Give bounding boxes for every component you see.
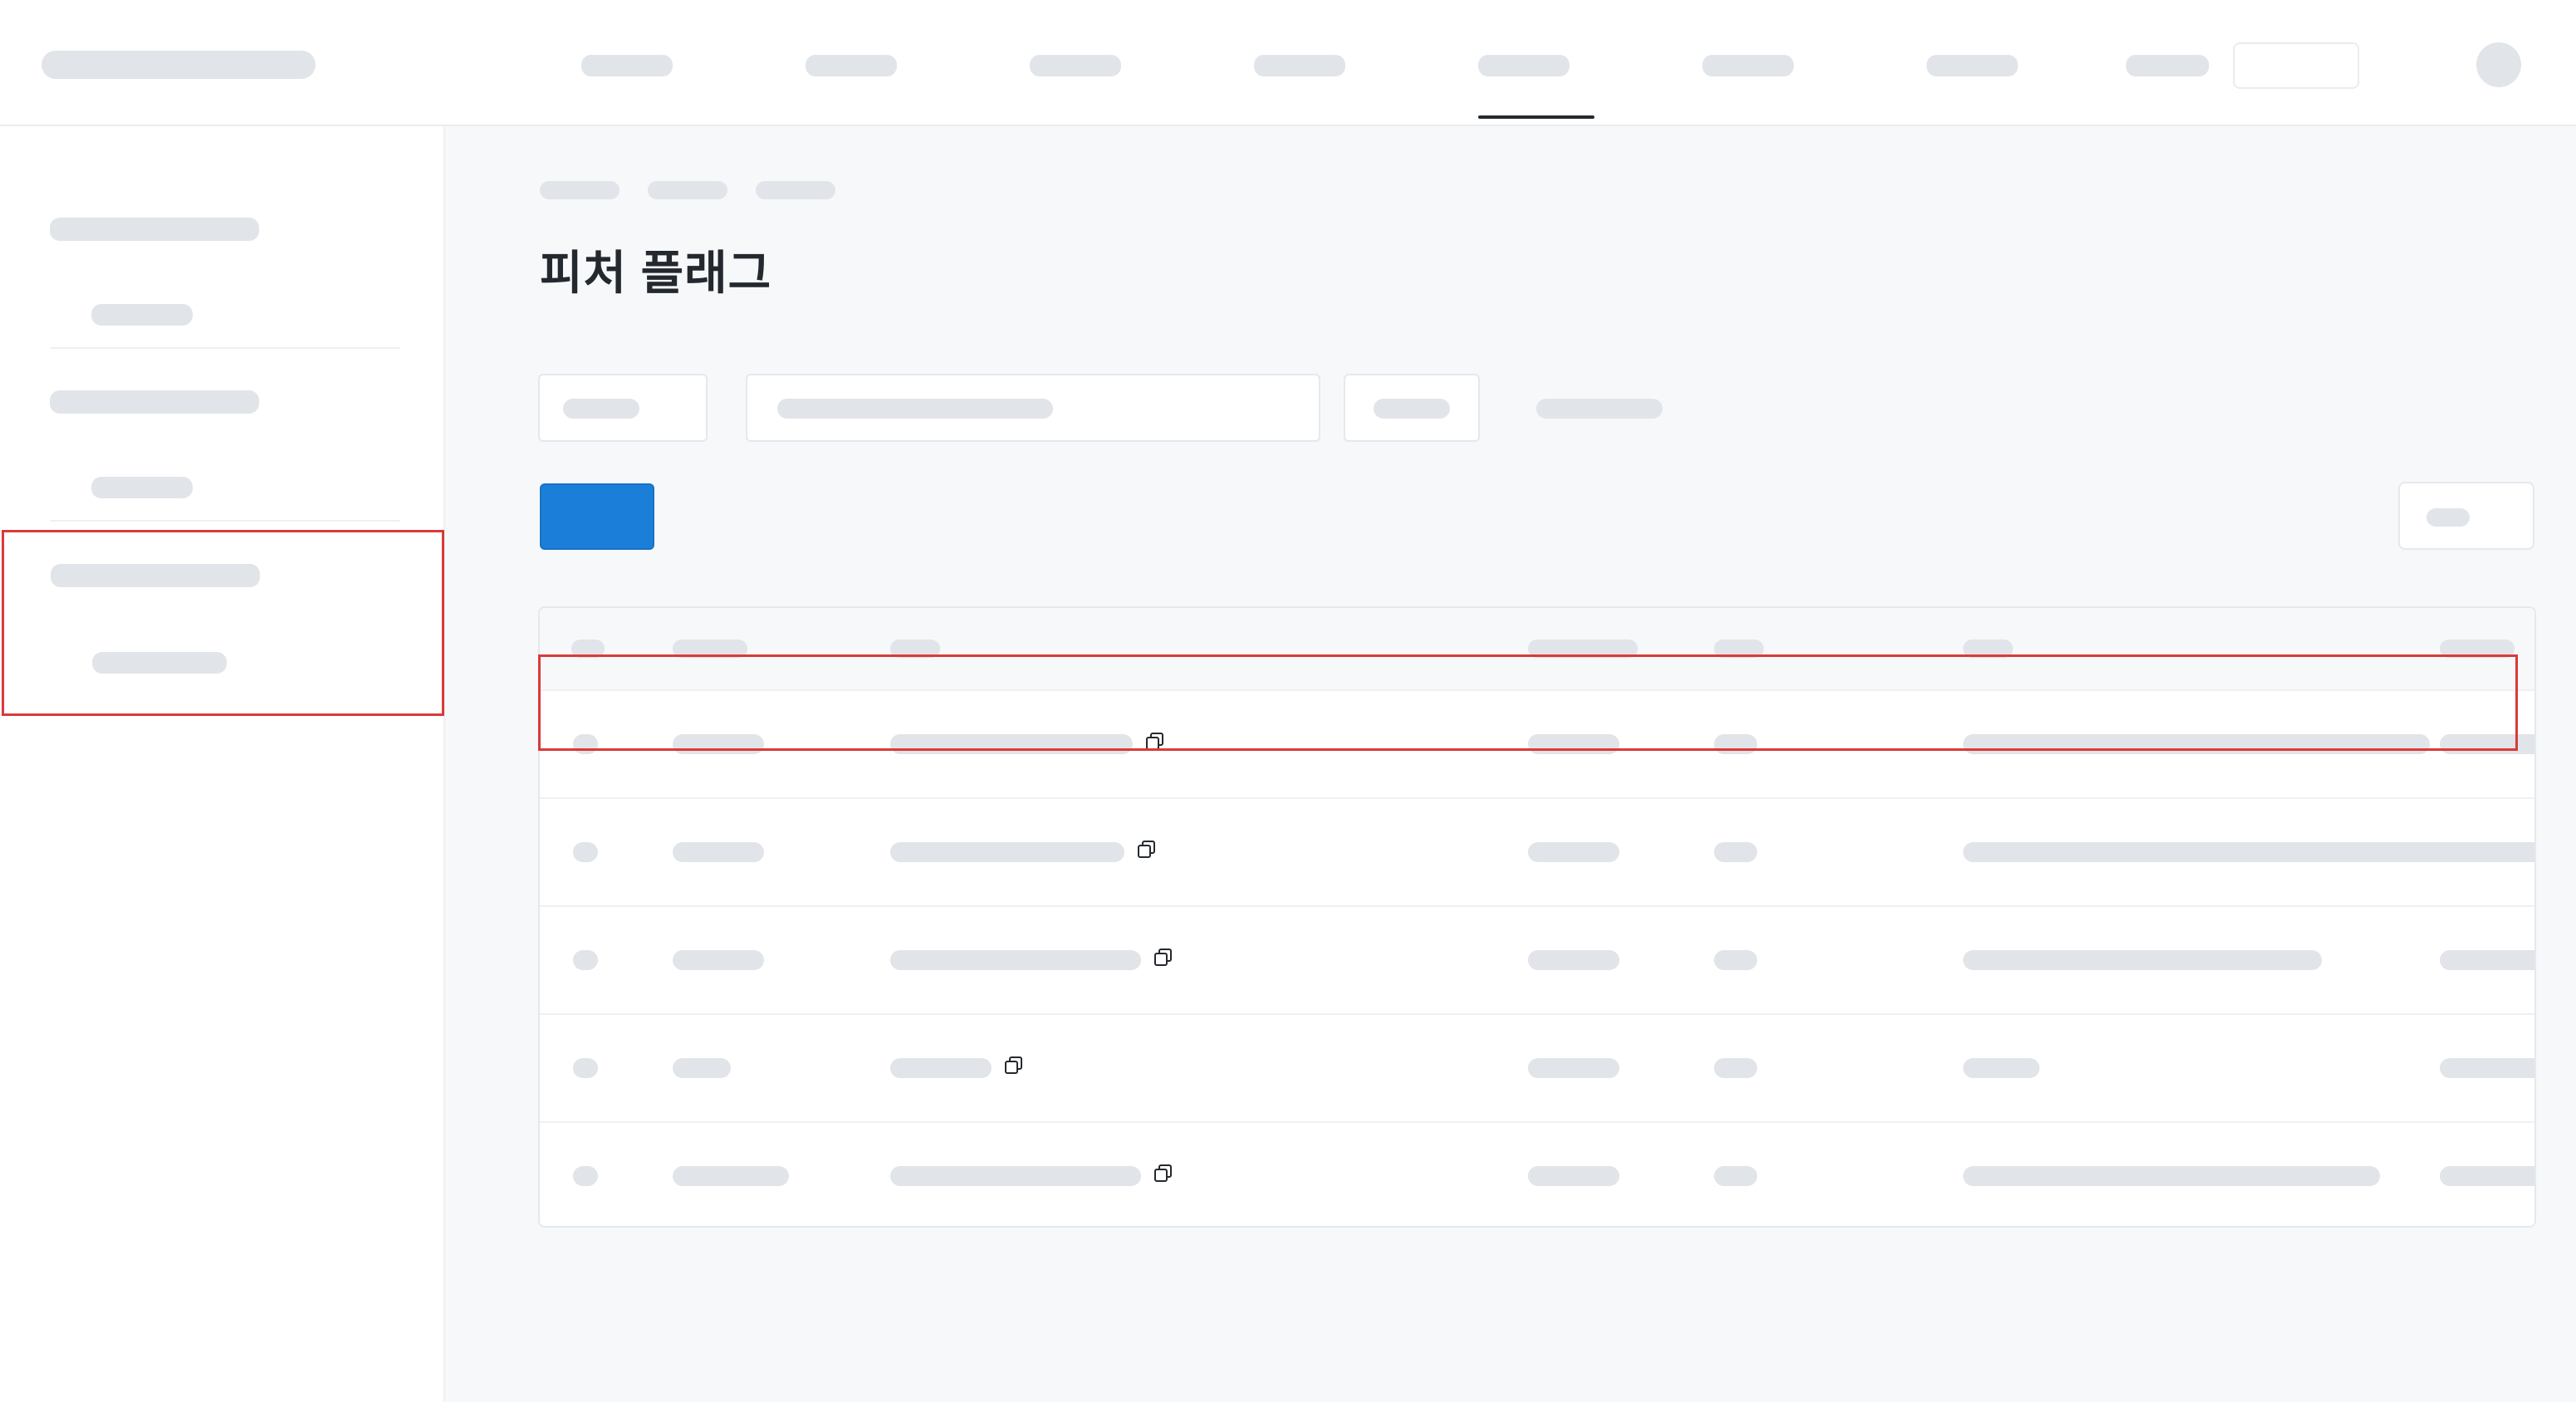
table-row[interactable]: [540, 799, 2534, 907]
filter-select[interactable]: [1344, 374, 1480, 442]
row-status: [1528, 842, 1619, 862]
row-meta: [2440, 1058, 2534, 1078]
active-tab-indicator: [1478, 115, 1594, 119]
copy-icon[interactable]: [1144, 731, 1166, 752]
row-type: [1714, 1166, 1757, 1186]
table-row[interactable]: [540, 907, 2534, 1015]
row-checkbox[interactable]: [573, 1166, 598, 1186]
nav-action-button[interactable]: [2233, 42, 2359, 89]
breadcrumb-item-2[interactable]: [648, 181, 727, 199]
copy-icon[interactable]: [1153, 947, 1174, 968]
nav-item-8[interactable]: [2126, 55, 2209, 76]
row-status: [1528, 950, 1619, 970]
copy-icon[interactable]: [1003, 1055, 1025, 1076]
table-header: [540, 608, 2534, 691]
column-header[interactable]: [1528, 640, 1638, 658]
app-logo[interactable]: [42, 51, 316, 79]
row-key: [673, 1166, 789, 1186]
sidebar-divider: [50, 520, 400, 522]
column-header[interactable]: [890, 640, 940, 658]
row-type: [1714, 734, 1757, 754]
search-input[interactable]: [746, 374, 1320, 442]
filter-dropdown[interactable]: [538, 374, 708, 442]
top-navigation-bar: [0, 0, 2576, 126]
row-name[interactable]: [890, 842, 1124, 862]
avatar-icon[interactable]: [2476, 42, 2521, 87]
row-meta: [2440, 1166, 2534, 1186]
row-description: [1963, 950, 2322, 970]
secondary-action-label: [2427, 508, 2470, 527]
table-row[interactable]: [540, 1123, 2534, 1226]
row-status: [1528, 1166, 1619, 1186]
table-row[interactable]: [540, 691, 2534, 799]
filter-select-value: [1374, 399, 1450, 419]
nav-item-6[interactable]: [1702, 55, 1794, 76]
clear-filters-link[interactable]: [1536, 399, 1663, 419]
create-flag-button[interactable]: [540, 483, 654, 550]
row-name[interactable]: [890, 950, 1141, 970]
row-checkbox[interactable]: [573, 1058, 598, 1078]
row-type: [1714, 950, 1757, 970]
row-key: [673, 950, 764, 970]
secondary-action-button[interactable]: [2398, 482, 2534, 550]
search-input-placeholder: [777, 399, 1053, 419]
sidebar-sub-item[interactable]: [91, 477, 193, 498]
filter-dropdown-value: [563, 399, 639, 419]
sidebar-sub-item[interactable]: [92, 652, 227, 674]
nav-item-4[interactable]: [1254, 55, 1345, 76]
row-type: [1714, 1058, 1757, 1078]
row-name[interactable]: [890, 1166, 1141, 1186]
sidebar-section-1[interactable]: [2, 199, 444, 385]
row-checkbox[interactable]: [573, 842, 598, 862]
row-checkbox[interactable]: [573, 734, 598, 754]
sidebar-section-title: [50, 218, 259, 241]
sidebar-section-title: [50, 390, 259, 414]
nav-item-7[interactable]: [1927, 55, 2018, 76]
nav-item-5-active[interactable]: [1478, 55, 1570, 76]
row-status: [1528, 734, 1619, 754]
table-row[interactable]: [540, 1015, 2534, 1123]
row-description: [1963, 842, 2534, 862]
row-status: [1528, 1058, 1619, 1078]
nav-item-3[interactable]: [1030, 55, 1121, 76]
row-meta: [2440, 950, 2534, 970]
feature-flag-table: [538, 606, 2536, 1228]
nav-item-1[interactable]: [581, 55, 673, 76]
copy-icon[interactable]: [1136, 839, 1158, 860]
row-meta: [2440, 734, 2534, 754]
page-title: 피처 플래그: [540, 247, 772, 299]
column-header[interactable]: [1714, 640, 1764, 658]
row-name[interactable]: [890, 734, 1133, 754]
breadcrumb-item-3[interactable]: [756, 181, 835, 199]
row-key: [673, 734, 764, 754]
column-header[interactable]: [673, 640, 747, 658]
row-type: [1714, 842, 1757, 862]
sidebar-section-title: [51, 564, 260, 587]
copy-icon[interactable]: [1153, 1163, 1174, 1184]
sidebar: [0, 126, 445, 1402]
row-key: [673, 842, 764, 862]
column-header[interactable]: [2440, 640, 2515, 658]
breadcrumb-item-1[interactable]: [540, 181, 620, 199]
sidebar-section-3-highlighted[interactable]: [2, 530, 444, 716]
header-checkbox[interactable]: [571, 640, 605, 658]
row-key: [673, 1058, 731, 1078]
main-content: 피처 플래그: [445, 126, 2576, 1402]
row-checkbox[interactable]: [573, 950, 598, 970]
column-header[interactable]: [1963, 640, 2013, 658]
row-name[interactable]: [890, 1058, 992, 1078]
row-description: [1963, 1058, 2040, 1078]
row-description: [1963, 1166, 2380, 1186]
row-description: [1963, 734, 2430, 754]
sidebar-divider: [50, 347, 400, 349]
nav-item-2[interactable]: [806, 55, 897, 76]
sidebar-sub-item[interactable]: [91, 304, 193, 326]
